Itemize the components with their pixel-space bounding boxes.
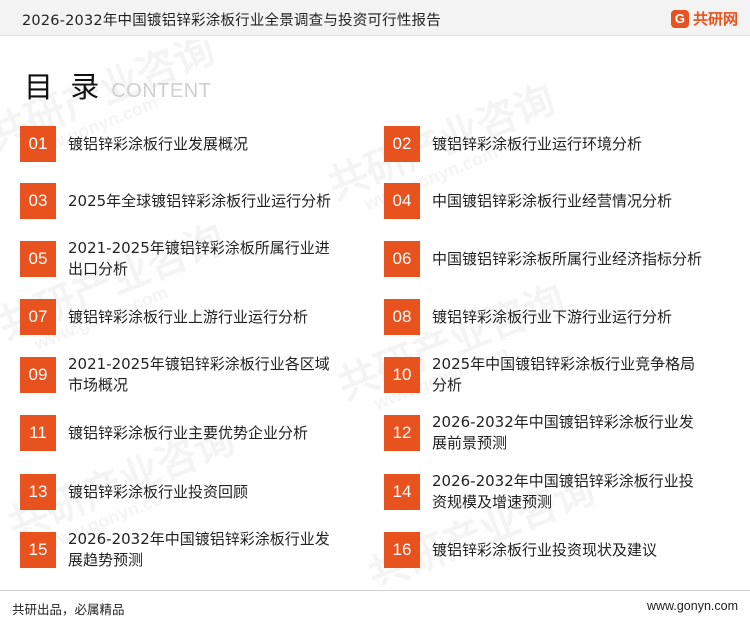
toc-item-label: 镀铝锌彩涂板行业运行环境分析 (432, 134, 643, 153)
toc-item-label: 2025年中国镀铝锌彩涂板行业竞争格局分析 (432, 355, 696, 394)
brand-logo: G 共研网 (670, 8, 738, 29)
toc-item[interactable]: 15 2026-2032年中国镀铝锌彩涂板行业发展趋势预测 (20, 529, 360, 571)
toc-item[interactable]: 07 镀铝锌彩涂板行业上游行业运行分析 (20, 296, 360, 338)
toc-item-label: 中国镀铝锌彩涂板所属行业经济指标分析 (432, 249, 703, 268)
toc-item[interactable]: 05 2021-2025年镀铝锌彩涂板所属行业进出口分析 (20, 238, 360, 280)
toc-item[interactable]: 01 镀铝锌彩涂板行业发展概况 (20, 123, 360, 165)
toc-item-number: 04 (384, 183, 420, 219)
toc-item-label: 2025年全球镀铝锌彩涂板行业运行分析 (68, 191, 332, 210)
toc-item-label: 镀铝锌彩涂板行业投资现状及建议 (432, 540, 658, 559)
toc-item[interactable]: 02 镀铝锌彩涂板行业运行环境分析 (384, 123, 724, 165)
footer-slogan: 共研出品，必属精品 (12, 602, 125, 617)
toc-item[interactable]: 03 2025年全球镀铝锌彩涂板行业运行分析 (20, 180, 360, 222)
toc-item-label: 中国镀铝锌彩涂板行业经营情况分析 (432, 191, 673, 210)
toc-item-number: 10 (384, 357, 420, 393)
toc-item[interactable]: 16 镀铝锌彩涂板行业投资现状及建议 (384, 529, 724, 571)
toc-item[interactable]: 06 中国镀铝锌彩涂板所属行业经济指标分析 (384, 238, 724, 280)
toc-item-number: 08 (384, 299, 420, 335)
page-footer: 共研出品，必属精品 www.gonyn.com (0, 590, 750, 622)
toc-heading: 目 录 CONTENT (24, 64, 211, 106)
toc-item[interactable]: 10 2025年中国镀铝锌彩涂板行业竞争格局分析 (384, 354, 724, 396)
toc-item[interactable]: 12 2026-2032年中国镀铝锌彩涂板行业发展前景预测 (384, 412, 724, 454)
toc-item-number: 07 (20, 299, 56, 335)
toc-item[interactable]: 04 中国镀铝锌彩涂板行业经营情况分析 (384, 180, 724, 222)
toc-item-number: 16 (384, 532, 420, 568)
toc-item-label: 镀铝锌彩涂板行业发展概况 (68, 134, 249, 153)
toc-item-label: 2026-2032年中国镀铝锌彩涂板行业发展趋势预测 (68, 530, 330, 569)
report-title: 2026-2032年中国镀铝锌彩涂板行业全景调查与投资可行性报告 (22, 13, 441, 29)
toc-item-label: 2021-2025年镀铝锌彩涂板所属行业进出口分析 (68, 239, 330, 278)
toc-item-number: 11 (20, 415, 56, 451)
toc-item-number: 01 (20, 126, 56, 162)
toc-item-number: 06 (384, 241, 420, 277)
toc-item-number: 14 (384, 474, 420, 510)
toc-item-number: 05 (20, 241, 56, 277)
toc-item-label: 镀铝锌彩涂板行业上游行业运行分析 (68, 307, 309, 326)
toc-item-number: 02 (384, 126, 420, 162)
toc-item-number: 09 (20, 357, 56, 393)
toc-item[interactable]: 14 2026-2032年中国镀铝锌彩涂板行业投资规模及增速预测 (384, 471, 724, 513)
toc-item[interactable]: 11 镀铝锌彩涂板行业主要优势企业分析 (20, 412, 360, 454)
toc-item-label: 2026-2032年中国镀铝锌彩涂板行业发展前景预测 (432, 413, 694, 452)
footer-url: www.gonyn.com (646, 599, 738, 613)
toc-item-label: 2026-2032年中国镀铝锌彩涂板行业投资规模及增速预测 (432, 472, 694, 511)
page-header: 2026-2032年中国镀铝锌彩涂板行业全景调查与投资可行性报告 G 共研网 (0, 0, 750, 36)
toc-item[interactable]: 08 镀铝锌彩涂板行业下游行业运行分析 (384, 296, 724, 338)
logo-icon: G (670, 9, 689, 28)
toc-subtitle: CONTENT (111, 80, 212, 102)
toc-item[interactable]: 09 2021-2025年镀铝锌彩涂板行业各区域市场概况 (20, 354, 360, 396)
toc-item-number: 12 (384, 415, 420, 451)
toc-item-number: 15 (20, 532, 56, 568)
toc-item-label: 镀铝锌彩涂板行业主要优势企业分析 (68, 423, 309, 442)
toc-item-label: 镀铝锌彩涂板行业下游行业运行分析 (432, 307, 673, 326)
toc-item[interactable]: 13 镀铝锌彩涂板行业投资回顾 (20, 471, 360, 513)
toc-title: 目 录 (24, 70, 104, 104)
logo-text: 共研网 (692, 10, 738, 28)
toc-item-label: 镀铝锌彩涂板行业投资回顾 (68, 482, 249, 501)
toc-item-label: 2021-2025年镀铝锌彩涂板行业各区域市场概况 (68, 355, 330, 394)
toc-item-number: 03 (20, 183, 56, 219)
toc-item-number: 13 (20, 474, 56, 510)
